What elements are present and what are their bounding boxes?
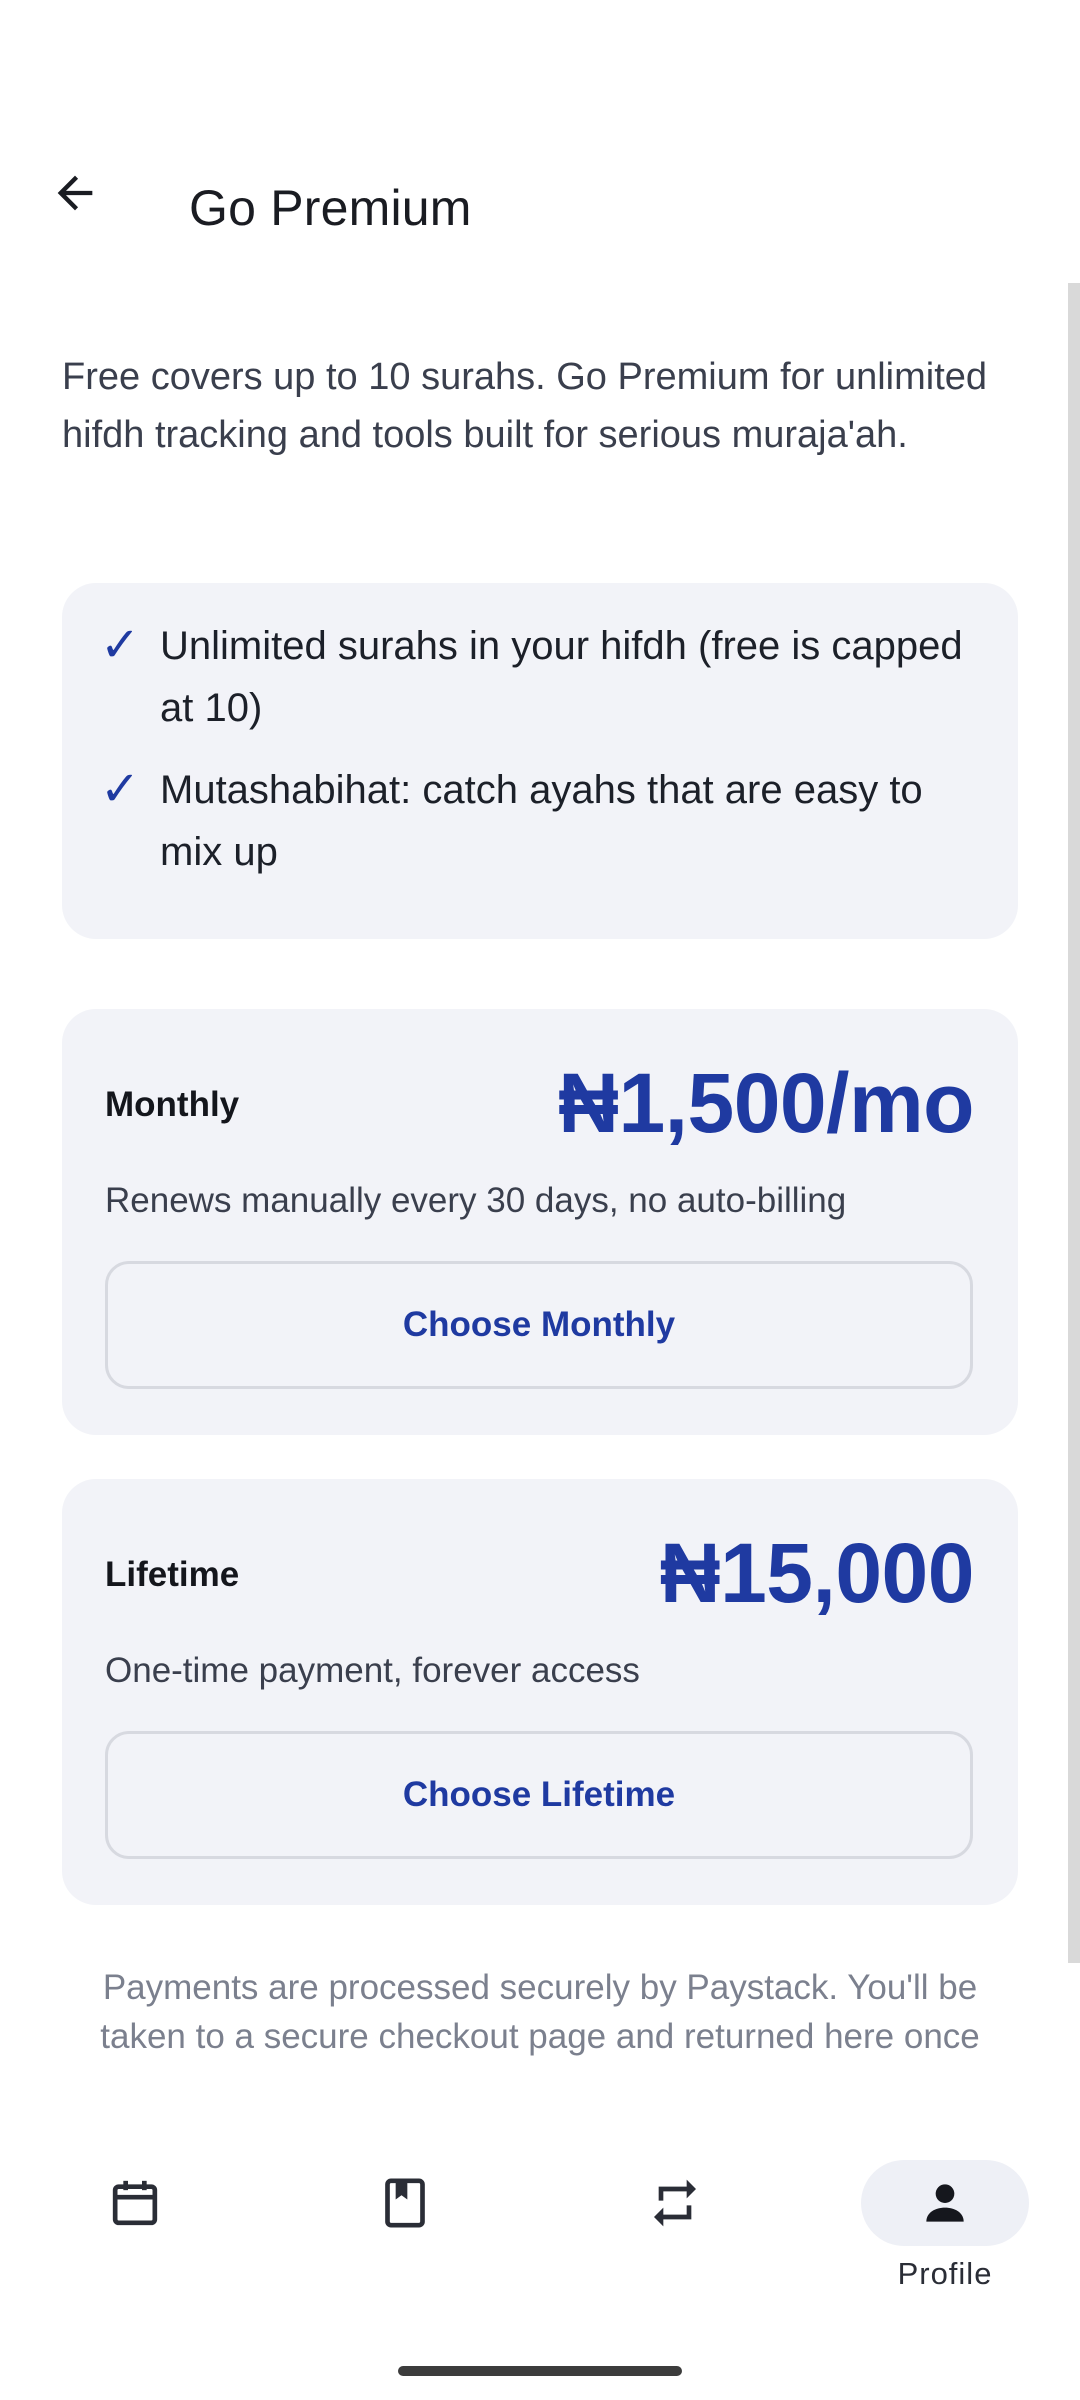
bookmark-book-icon <box>385 2178 425 2228</box>
plan-card-lifetime: Lifetime ₦15,000 One-time payment, forev… <box>62 1479 1018 1905</box>
plan-price: ₦1,500/mo <box>558 1056 974 1150</box>
checkmark-icon: ✓ <box>100 763 141 816</box>
calendar-icon <box>112 2180 158 2226</box>
plan-name: Monthly <box>105 1085 240 1124</box>
nav-icon-container <box>861 2160 1029 2246</box>
checkmark-icon: ✓ <box>100 619 141 672</box>
go-premium-screen: Go Premium Free covers up to 10 surahs. … <box>0 0 1080 2400</box>
nav-label-profile: Profile <box>897 2256 993 2291</box>
nav-item-repeat[interactable] <box>540 2130 810 2310</box>
feature-text: Mutashabihat: catch ayahs that are easy … <box>160 768 923 874</box>
feature-item: ✓ Mutashabihat: catch ayahs that are eas… <box>100 759 980 883</box>
scrollbar[interactable] <box>1068 283 1080 1963</box>
intro-text: Free covers up to 10 surahs. Go Premium … <box>62 356 988 456</box>
features-card: ✓ Unlimited surahs in your hifdh (free i… <box>62 583 1018 939</box>
bottom-navigation: Profile <box>0 2130 1080 2330</box>
repeat-icon <box>654 2179 696 2227</box>
back-button[interactable] <box>30 148 120 238</box>
nav-item-calendar[interactable] <box>0 2130 270 2310</box>
feature-item: ✓ Unlimited surahs in your hifdh (free i… <box>100 615 980 739</box>
nav-icon-container <box>321 2160 489 2246</box>
nav-icon-container <box>51 2160 219 2246</box>
home-indicator[interactable] <box>398 2366 682 2376</box>
page-title: Go Premium <box>189 180 472 236</box>
plan-card-monthly: Monthly ₦1,500/mo Renews manually every … <box>62 1009 1018 1435</box>
choose-monthly-button[interactable]: Choose Monthly <box>105 1261 973 1389</box>
payment-footnote: Payments are processed securely by Payst… <box>100 1968 980 2056</box>
feature-text: Unlimited surahs in your hifdh (free is … <box>160 624 963 730</box>
plan-name: Lifetime <box>105 1555 240 1594</box>
plan-description: Renews manually every 30 days, no auto-b… <box>105 1181 847 1220</box>
nav-icon-container <box>591 2160 759 2246</box>
arrow-left-icon <box>57 175 93 211</box>
nav-item-profile[interactable]: Profile <box>810 2130 1080 2310</box>
plan-price: ₦15,000 <box>659 1526 975 1620</box>
nav-item-book[interactable] <box>270 2130 540 2310</box>
person-icon <box>926 2184 964 2222</box>
plan-description: One-time payment, forever access <box>105 1651 640 1690</box>
choose-lifetime-button[interactable]: Choose Lifetime <box>105 1731 973 1859</box>
